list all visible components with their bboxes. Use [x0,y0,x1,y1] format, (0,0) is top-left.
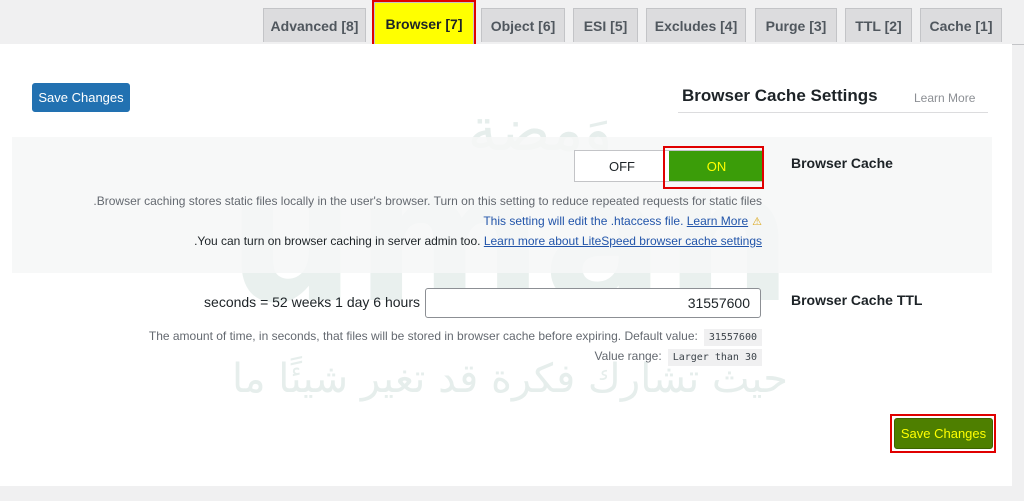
server-admin-note: .You can turn on browser caching in serv… [194,234,762,248]
ttl-label: Browser Cache TTL [791,292,923,308]
ttl-default-code: 31557600 [703,329,762,346]
server-admin-note-text: .You can turn on browser caching in serv… [194,234,481,248]
highlight-on [663,146,764,189]
htaccess-note-text: This setting will edit the .htaccess fil… [483,214,684,228]
save-button-top[interactable]: Save Changes [32,83,130,112]
browser-cache-label: Browser Cache [791,155,893,171]
tab-purge[interactable]: Purge [3] [755,8,837,42]
ttl-input[interactable]: 31557600 [425,288,761,318]
tab-browser[interactable]: Browser [7] [372,0,476,46]
tab-advanced[interactable]: Advanced [8] [263,8,366,42]
htaccess-learn-more-link[interactable]: Learn More [687,214,748,228]
tab-esi[interactable]: ESI [5] [573,8,638,42]
ttl-range-code: Larger than 30 [667,349,762,366]
tab-cache[interactable]: Cache [1] [920,8,1002,42]
highlight-save [890,414,996,453]
htaccess-note: This setting will edit the .htaccess fil… [483,214,762,228]
ttl-help: The amount of time, in seconds, that fil… [149,329,762,346]
section-title: Browser Cache Settings [682,86,878,105]
tab-object[interactable]: Object [6] [481,8,565,42]
tab-ttl[interactable]: TTL [2] [845,8,912,42]
tab-excludes[interactable]: Excludes [4] [646,8,746,42]
learn-more-link-top[interactable]: Learn More [914,91,975,105]
litespeed-cache-link[interactable]: Learn more about LiteSpeed browser cache… [484,234,762,248]
ttl-help-text: The amount of time, in seconds, that fil… [148,329,698,343]
title-divider [678,112,988,113]
page-footer-area [0,486,1024,501]
browser-cache-description: .Browser caching stores static files loc… [93,194,762,208]
ttl-range-label: Value range: [594,349,662,363]
ttl-readable: seconds = 52 weeks 1 day 6 hours [204,294,420,310]
warning-icon: ⚠ [752,216,762,228]
toggle-off-option[interactable]: OFF [575,151,669,181]
ttl-range: Value range: Larger than 30 [595,349,762,366]
